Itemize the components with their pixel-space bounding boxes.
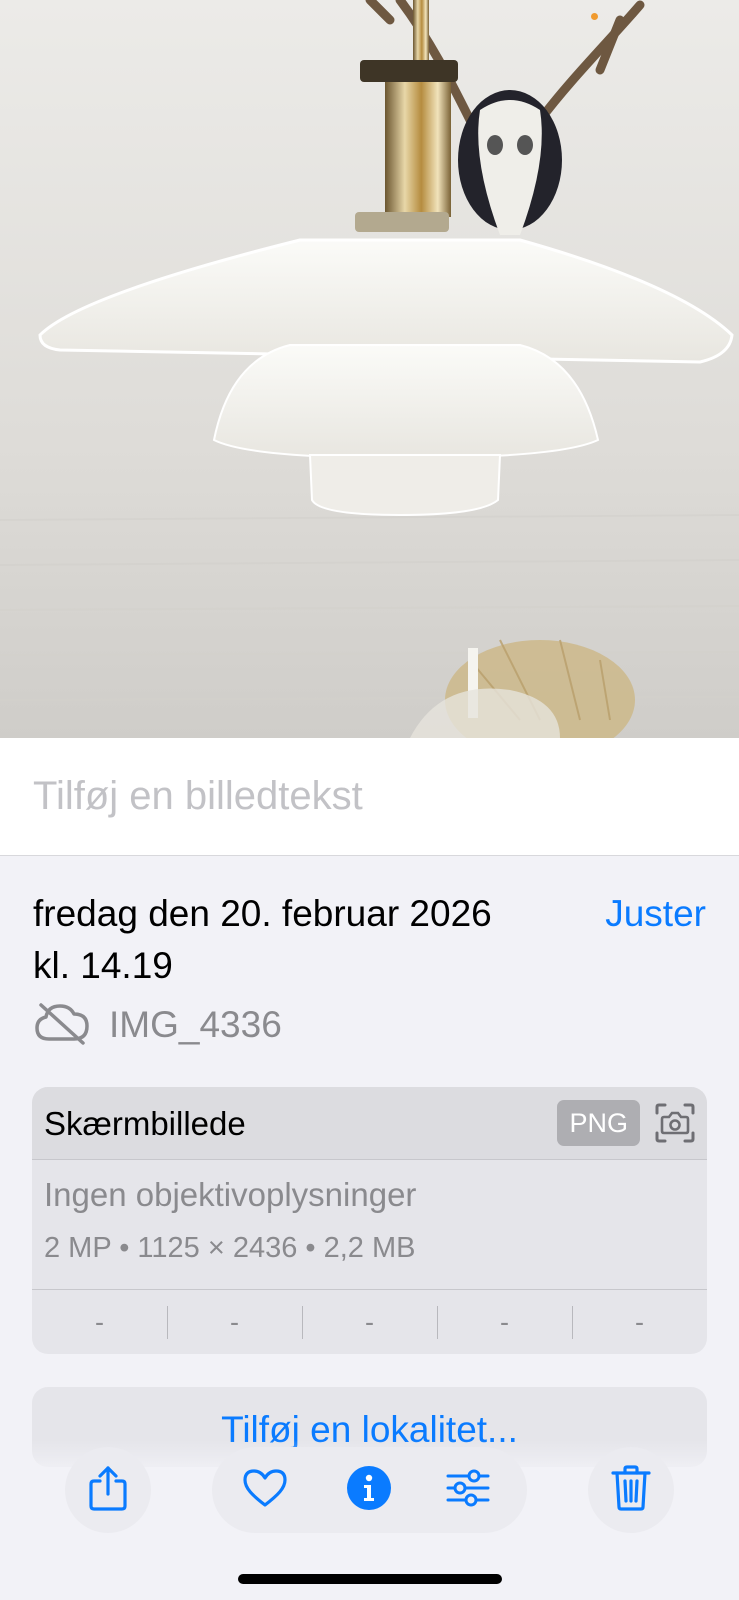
metadata-header: Skærmbillede PNG [32,1087,707,1160]
file-name-row: IMG_4336 [33,1000,282,1050]
exif-focal-length: - [167,1290,302,1354]
photo-actions-group [212,1447,527,1533]
sliders-icon [445,1468,491,1513]
capture-date: fredag den 20. februar 2026 kl. 14.19 [33,888,573,992]
photo-view[interactable] [0,0,739,738]
capture-time-line: kl. 14.19 [33,945,173,986]
metadata-title: Skærmbillede [44,1105,246,1142]
exif-iso: - [95,1307,104,1337]
info-button[interactable] [329,1447,409,1533]
exif-exposure-value: - [302,1290,437,1354]
format-badge: PNG [557,1100,640,1146]
share-icon [86,1464,130,1517]
home-indicator[interactable] [238,1574,502,1584]
share-button[interactable] [65,1447,151,1533]
image-specs: 2 MP • 1125 × 2436 • 2,2 MB [44,1232,416,1264]
heart-icon [242,1467,288,1514]
caption-placeholder: Tilføj en billedtekst [33,774,363,818]
exif-aperture: - [437,1290,572,1354]
screenshot-camera-icon [653,1101,697,1150]
pendant-lamp-photo [0,0,739,738]
edit-button[interactable] [428,1447,508,1533]
favorite-button[interactable] [225,1447,305,1533]
file-name: IMG_4336 [109,1004,282,1045]
capture-date-line: fredag den 20. februar 2026 [33,893,492,934]
lens-info: Ingen objektivoplysninger [44,1176,417,1213]
exif-row: - - - - - [32,1289,707,1354]
metadata-card: Skærmbillede PNG Ingen objektivoplysning… [32,1087,707,1354]
recording-indicator [591,13,598,20]
caption-field[interactable]: Tilføj en billedtekst [0,738,739,856]
adjust-date-button[interactable]: Juster [605,888,706,940]
info-icon [346,1465,392,1516]
trash-icon [610,1464,652,1517]
cloud-off-icon [33,1001,91,1050]
exif-shutter-speed: - [572,1290,707,1354]
delete-button[interactable] [588,1447,674,1533]
